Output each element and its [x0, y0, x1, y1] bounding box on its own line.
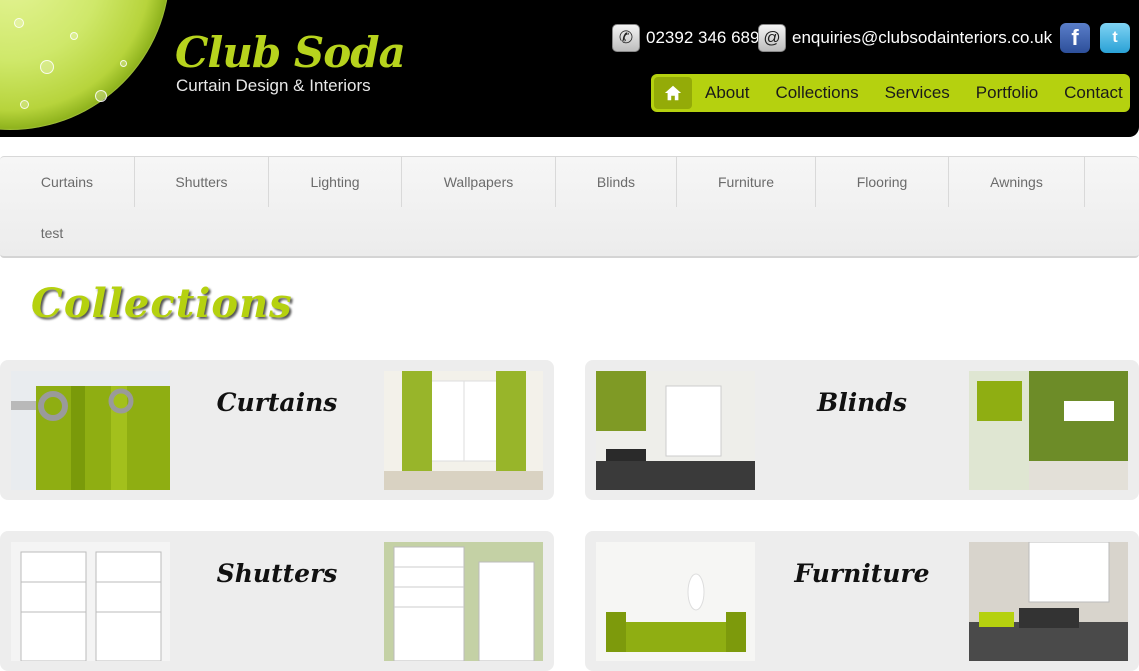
category-shutters[interactable]: Shutters — [135, 157, 269, 207]
bubble-decoration — [120, 60, 127, 67]
phone-number: 02392 346 689 — [646, 28, 760, 47]
category-blinds[interactable]: Blinds — [556, 157, 677, 207]
category-wallpapers[interactable]: Wallpapers — [402, 157, 556, 207]
furniture-photo[interactable] — [596, 542, 755, 661]
blinds-photo[interactable] — [596, 371, 755, 490]
brand-logo-title[interactable]: Club Soda — [175, 28, 406, 77]
bubble-decoration — [14, 18, 24, 28]
home-button[interactable] — [654, 77, 692, 109]
collection-label: Furniture — [794, 559, 930, 588]
email-contact[interactable]: @ enquiries@clubsodainteriors.co.uk — [758, 24, 1052, 52]
nav-contact[interactable]: Contact — [1050, 83, 1135, 103]
bubble-decoration — [95, 90, 107, 102]
bubble-decoration — [40, 60, 54, 74]
collection-label: Blinds — [817, 388, 907, 417]
collection-card-blinds[interactable]: Blinds — [585, 360, 1139, 500]
collection-label: Shutters — [216, 559, 338, 588]
lime-slice-graphic — [0, 0, 170, 130]
shutters-room-photo[interactable] — [384, 542, 543, 661]
at-sign-icon: @ — [758, 24, 786, 52]
category-nav: Curtains Shutters Lighting Wallpapers Bl… — [0, 156, 1139, 258]
main-nav: About Collections Services Portfolio Con… — [651, 74, 1130, 112]
collection-card-shutters[interactable]: Shutters — [0, 531, 554, 671]
category-flooring[interactable]: Flooring — [816, 157, 949, 207]
category-curtains[interactable]: Curtains — [0, 157, 135, 207]
collection-label: Curtains — [216, 388, 338, 417]
nav-about[interactable]: About — [691, 83, 761, 103]
bubble-decoration — [20, 100, 29, 109]
category-test[interactable]: test — [0, 208, 104, 258]
category-furniture[interactable]: Furniture — [677, 157, 816, 207]
collection-card-furniture[interactable]: Furniture — [585, 531, 1139, 671]
category-row: test — [0, 208, 104, 258]
blinds-room-photo[interactable] — [969, 371, 1128, 490]
collection-card-curtains[interactable]: Curtains — [0, 360, 554, 500]
site-header: Club Soda Curtain Design & Interiors ✆ 0… — [0, 0, 1139, 137]
nav-portfolio[interactable]: Portfolio — [962, 83, 1050, 103]
curtains-room-photo[interactable] — [384, 371, 543, 490]
furniture-room-photo[interactable] — [969, 542, 1128, 661]
phone-contact[interactable]: ✆ 02392 346 689 — [612, 24, 759, 52]
page-title: Collections — [31, 280, 293, 327]
nav-services[interactable]: Services — [871, 83, 962, 103]
phone-icon: ✆ — [612, 24, 640, 52]
category-awnings[interactable]: Awnings — [949, 157, 1085, 207]
brand-tagline: Curtain Design & Interiors — [176, 76, 371, 95]
facebook-icon[interactable]: f — [1060, 23, 1090, 53]
twitter-icon[interactable]: t — [1100, 23, 1130, 53]
category-row: Curtains Shutters Lighting Wallpapers Bl… — [0, 157, 1085, 207]
nav-collections[interactable]: Collections — [761, 83, 870, 103]
category-lighting[interactable]: Lighting — [269, 157, 402, 207]
home-icon — [664, 85, 682, 101]
curtains-photo[interactable] — [11, 371, 170, 490]
email-address: enquiries@clubsodainteriors.co.uk — [792, 28, 1053, 47]
shutters-photo[interactable] — [11, 542, 170, 661]
bubble-decoration — [70, 32, 78, 40]
